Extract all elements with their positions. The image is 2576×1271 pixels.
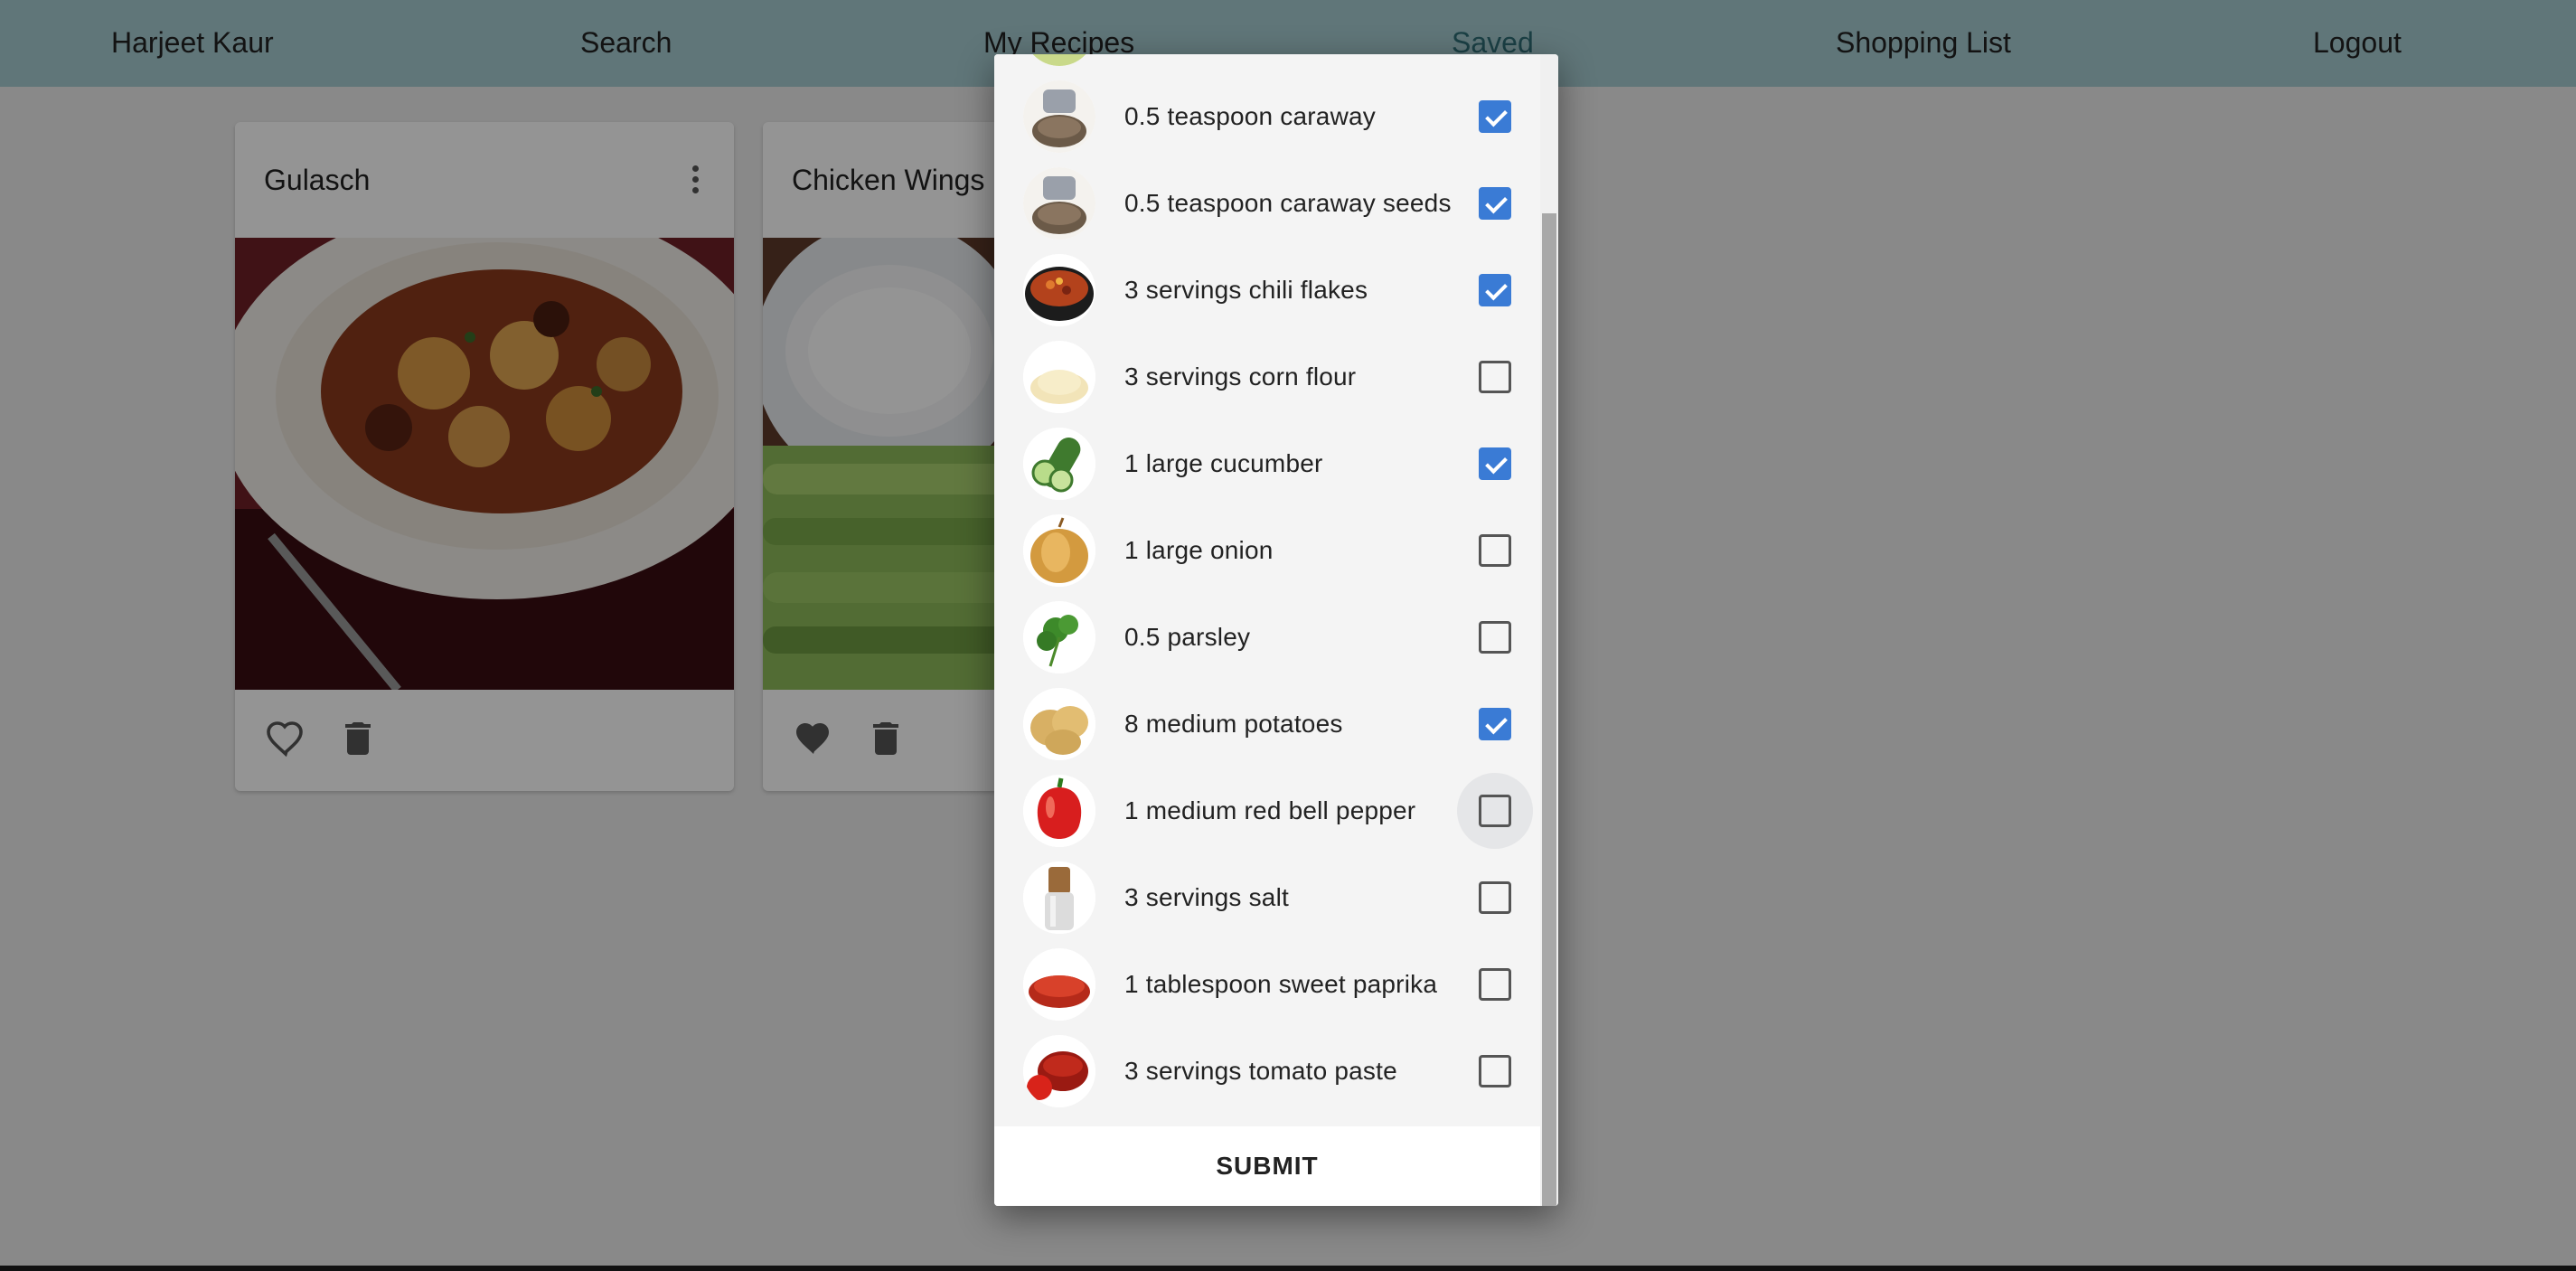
ingredient-label: 3 servings chili flakes [1124,276,1368,304]
ingredient-checkbox[interactable] [1479,708,1511,740]
ingredient-row: 0.5 teaspoon caraway seeds [994,160,1540,247]
ingredient-image [1023,254,1095,326]
ingredient-label: 3 servings salt [1124,883,1289,911]
ingredient-row: 1 tablespoon sweet paprika [994,941,1540,1028]
ingredient-checkbox[interactable] [1479,795,1511,827]
submit-button[interactable]: SUBMIT [994,1126,1540,1206]
ingredient-label: 1 large onion [1124,536,1274,564]
ingredient-image [1023,775,1095,847]
dialog-scrollbar[interactable] [1540,54,1558,1206]
ingredient-label: 8 medium potatoes [1124,710,1343,738]
ingredient-image [1023,54,1095,66]
ingredient-checkbox[interactable] [1479,621,1511,654]
ingredient-row: 8 medium potatoes [994,681,1540,767]
ingredient-image [1023,514,1095,587]
ingredient-row: 0.5 parsley [994,594,1540,681]
ingredients-dialog: 0.5 teaspoon caraway 0.5 teaspoon caraway… [994,54,1558,1206]
ingredient-image [1023,601,1095,673]
ingredient-row: 3 servings salt [994,854,1540,941]
ingredient-row [994,54,1540,73]
scrollbar-thumb[interactable] [1542,213,1556,1206]
ingredient-checkbox[interactable] [1479,534,1511,567]
ingredient-checkbox[interactable] [1479,187,1511,220]
ingredient-image [1023,688,1095,760]
ingredient-row: 1 large onion [994,507,1540,594]
ingredient-row: 1 large cucumber [994,420,1540,507]
ingredient-label: 3 servings corn flour [1124,362,1357,391]
ingredient-label: 3 servings tomato paste [1124,1057,1397,1085]
ingredient-image [1023,167,1095,240]
ingredient-row: 3 servings chili flakes [994,247,1540,334]
ingredient-row: 0.5 teaspoon caraway [994,73,1540,160]
ingredient-list: 0.5 teaspoon caraway 0.5 teaspoon caraway… [994,54,1540,1126]
ingredient-image [1023,861,1095,934]
ingredient-label: 1 tablespoon sweet paprika [1124,970,1438,998]
ingredient-image [1023,1035,1095,1107]
ingredient-image [1023,948,1095,1021]
ingredient-image [1023,428,1095,500]
ingredient-label: 1 large cucumber [1124,449,1323,477]
ingredient-checkbox[interactable] [1479,1055,1511,1087]
ingredient-label: 0.5 teaspoon caraway seeds [1124,189,1452,217]
ingredient-row: 1 medium red bell pepper [994,767,1540,854]
ingredient-checkbox[interactable] [1479,361,1511,393]
ingredient-label: 1 medium red bell pepper [1124,796,1416,824]
ingredient-label: 0.5 parsley [1124,623,1251,651]
ingredient-checkbox[interactable] [1479,100,1511,133]
ingredient-checkbox[interactable] [1479,881,1511,914]
ingredient-label: 0.5 teaspoon caraway [1124,102,1376,130]
ingredient-checkbox[interactable] [1479,968,1511,1001]
ingredient-checkbox[interactable] [1479,447,1511,480]
ingredient-row: 3 servings corn flour [994,334,1540,420]
ingredient-row: 3 servings tomato paste [994,1028,1540,1115]
ingredient-image [1023,80,1095,153]
window-bottom-edge [0,1266,2576,1271]
ingredient-checkbox[interactable] [1479,274,1511,306]
ingredient-image [1023,341,1095,413]
